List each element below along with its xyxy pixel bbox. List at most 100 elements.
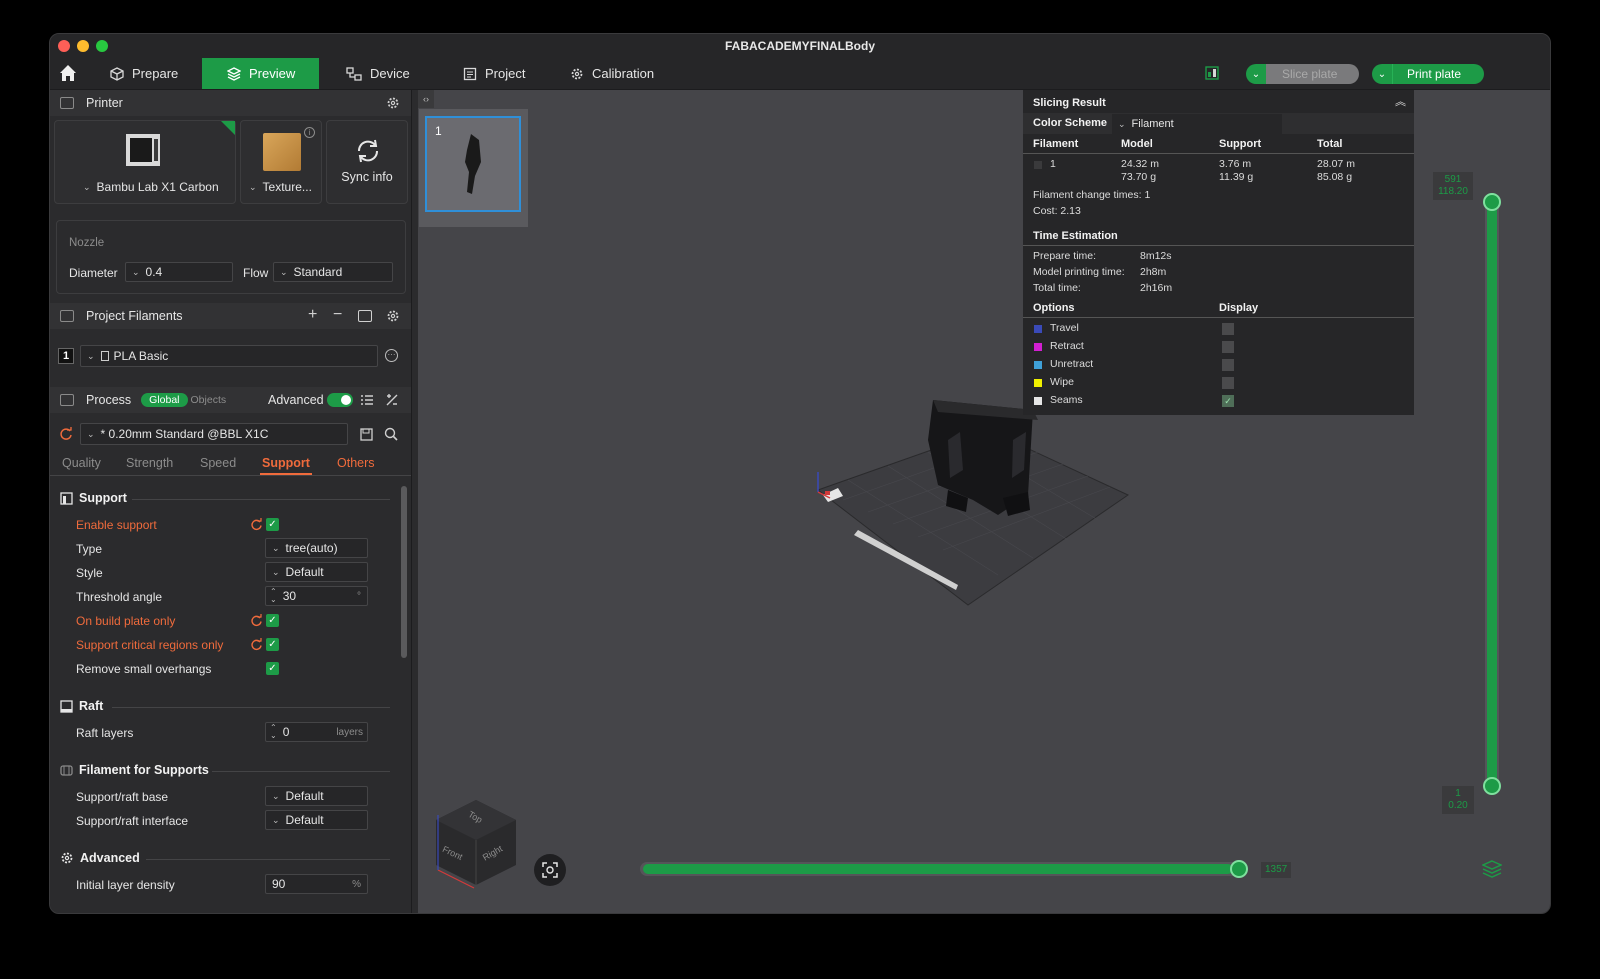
more-options-icon[interactable]: ··· xyxy=(385,349,398,362)
left-sidebar: Printer ⌄ Bambu Lab X1 Carbon i ⌄ Textur… xyxy=(50,90,412,913)
initial-layer-density-label: Initial layer density xyxy=(76,878,175,892)
diameter-select[interactable]: ⌄ 0.4 xyxy=(125,262,233,282)
slice-plate-button[interactable]: ⌄ Slice plate xyxy=(1246,64,1359,84)
flow-select[interactable]: ⌄ Standard xyxy=(273,262,393,282)
process-preset-select[interactable]: ⌄ * 0.20mm Standard @BBL X1C xyxy=(80,423,348,445)
total-time-value: 2h16m xyxy=(1140,282,1173,294)
filament-header: Filament xyxy=(1033,138,1079,150)
collapse-sidebar-icon[interactable]: ‹› xyxy=(418,90,434,108)
support-style-select[interactable]: ⌄ Default xyxy=(265,562,368,582)
tab-speed[interactable]: Speed xyxy=(200,456,236,470)
remove-small-overhangs-checkbox[interactable]: ✓ xyxy=(266,662,279,675)
save-icon[interactable] xyxy=(360,428,373,441)
nozzle-label: Nozzle xyxy=(69,237,105,249)
print-plate-button[interactable]: ⌄ Print plate xyxy=(1372,64,1484,84)
tab-device-label: Device xyxy=(370,66,410,81)
retract-display-checkbox[interactable] xyxy=(1222,341,1234,353)
layer-slider-bottom-handle[interactable] xyxy=(1483,777,1501,795)
settings-scrollbar[interactable] xyxy=(401,486,407,658)
search-icon[interactable] xyxy=(384,427,398,441)
gear-icon[interactable] xyxy=(386,96,400,110)
plate-thumbnail[interactable]: 1 xyxy=(425,116,521,212)
chevron-down-icon[interactable]: ⌄ xyxy=(1246,64,1266,84)
seams-display-checkbox[interactable]: ✓ xyxy=(1222,395,1234,407)
support-base-label: Support/raft base xyxy=(76,790,169,804)
tab-calibration[interactable]: Calibration xyxy=(570,58,654,89)
build-plate-only-checkbox[interactable]: ✓ xyxy=(266,614,279,627)
printer-section-header[interactable]: Printer xyxy=(50,90,411,116)
project-filaments-header[interactable]: Project Filaments + − xyxy=(50,303,411,329)
info-icon[interactable]: i xyxy=(304,127,315,138)
add-filament-icon[interactable]: + xyxy=(308,306,317,324)
sync-info-button[interactable]: Sync info xyxy=(326,120,408,204)
tab-preview[interactable]: Preview xyxy=(202,58,319,89)
threshold-angle-stepper[interactable]: ⌃ ⌄ 30 ° xyxy=(265,586,368,606)
collapse-panel-icon[interactable]: ︽ xyxy=(1395,93,1406,109)
objects-toggle[interactable]: Objects xyxy=(191,394,227,406)
support-type-select[interactable]: ⌄ tree(auto) xyxy=(265,538,368,558)
tab-project[interactable]: Project xyxy=(463,58,525,89)
plate-type-card[interactable]: i ⌄ Texture... xyxy=(240,120,322,204)
print-plate-label: Print plate xyxy=(1392,64,1484,84)
plate-layout-icon[interactable] xyxy=(1205,66,1219,80)
process-tabs: Quality Strength Speed Support Others xyxy=(50,456,411,476)
printer-icon xyxy=(60,97,74,109)
color-scheme-select[interactable]: ⌄ Filament xyxy=(1112,114,1282,134)
process-preset-value: * 0.20mm Standard @BBL X1C xyxy=(100,427,269,441)
list-icon[interactable] xyxy=(360,394,374,406)
flow-value: Standard xyxy=(293,265,343,279)
tab-device[interactable]: Device xyxy=(346,58,410,89)
global-toggle[interactable]: Global xyxy=(141,393,188,407)
tab-prepare[interactable]: Prepare xyxy=(110,58,178,89)
compare-icon[interactable] xyxy=(385,393,399,407)
gear-icon[interactable] xyxy=(386,309,400,323)
reset-icon[interactable] xyxy=(250,638,263,651)
initial-layer-density-input[interactable]: 90 % xyxy=(265,874,368,894)
support-base-select[interactable]: ⌄ Default xyxy=(265,786,368,806)
tab-calibration-label: Calibration xyxy=(592,66,655,81)
filament-supports-group-title: Filament for Supports xyxy=(60,763,209,777)
chevron-down-icon[interactable]: ⌄ xyxy=(1372,64,1392,84)
bottom-layer-height: 0.20 xyxy=(1448,800,1468,811)
tab-support[interactable]: Support xyxy=(262,456,310,470)
travel-swatch xyxy=(1034,325,1042,333)
critical-regions-checkbox[interactable]: ✓ xyxy=(266,638,279,651)
tab-quality[interactable]: Quality xyxy=(62,456,101,470)
layer-slider-track[interactable] xyxy=(1485,195,1499,793)
remove-filament-icon[interactable]: − xyxy=(333,306,342,324)
title-bar: FABACADEMYFINALBody xyxy=(50,34,1550,58)
support-weight: 11.39 g xyxy=(1219,171,1254,183)
initial-layer-density-value: 90 xyxy=(272,877,286,891)
tab-others[interactable]: Others xyxy=(337,456,375,470)
filament-sync-icon[interactable] xyxy=(358,310,372,322)
support-interface-select[interactable]: ⌄ Default xyxy=(265,810,368,830)
wipe-display-checkbox[interactable] xyxy=(1222,377,1234,389)
move-slider-handle[interactable] xyxy=(1230,860,1248,878)
layers-toggle-icon[interactable] xyxy=(1482,860,1502,878)
chevron-down-icon: ⌄ xyxy=(280,266,288,277)
travel-display-checkbox[interactable] xyxy=(1222,323,1234,335)
filament-color-icon xyxy=(100,351,109,361)
tab-strength[interactable]: Strength xyxy=(126,456,173,470)
reset-preset-icon[interactable] xyxy=(59,427,73,441)
view-cube[interactable] xyxy=(426,795,526,895)
printer-model-card[interactable]: ⌄ Bambu Lab X1 Carbon xyxy=(54,120,236,204)
reset-icon[interactable] xyxy=(250,518,263,531)
camera-view-button[interactable] xyxy=(534,854,566,886)
printer-model-label: Bambu Lab X1 Carbon xyxy=(96,180,219,194)
chevron-down-icon: ⌄ xyxy=(87,350,95,361)
reset-icon[interactable] xyxy=(250,614,263,627)
raft-layers-stepper[interactable]: ⌃ ⌄ 0 layers xyxy=(265,722,368,742)
stepper-arrows-icon[interactable]: ⌃ ⌄ xyxy=(270,588,277,604)
stepper-arrows-icon[interactable]: ⌃ ⌄ xyxy=(270,724,277,740)
enable-support-checkbox[interactable]: ✓ xyxy=(266,518,279,531)
chevron-down-icon: ⌄ xyxy=(272,542,280,553)
unretract-display-checkbox[interactable] xyxy=(1222,359,1234,371)
advanced-switch[interactable] xyxy=(327,393,353,407)
move-slider-track[interactable] xyxy=(640,862,1240,876)
layer-slider-top-handle[interactable] xyxy=(1483,193,1501,211)
filament-select[interactable]: ⌄ PLA Basic xyxy=(80,345,378,367)
filament-supports-divider xyxy=(212,771,390,772)
selected-corner-icon xyxy=(221,121,235,135)
home-icon[interactable] xyxy=(58,63,78,83)
